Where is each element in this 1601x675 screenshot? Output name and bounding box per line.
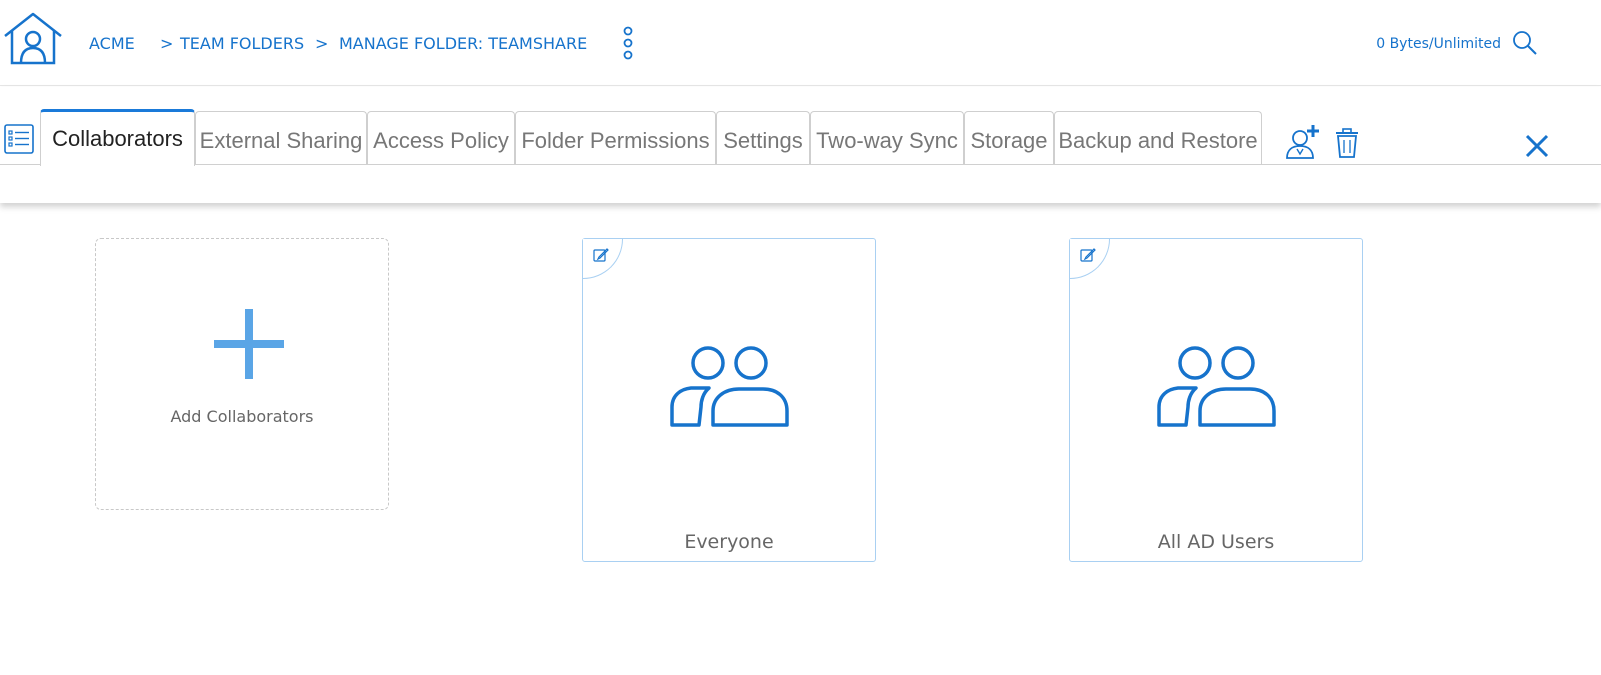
storage-quota: 0 Bytes/Unlimited <box>1376 36 1501 52</box>
breadcrumb-acme[interactable]: ACME <box>89 34 135 53</box>
tab-two-way-sync[interactable]: Two-way Sync <box>810 111 964 165</box>
edit-icon <box>1080 248 1096 262</box>
plus-icon <box>214 309 284 379</box>
collaborator-card-everyone[interactable]: Everyone <box>582 238 876 562</box>
tab-storage[interactable]: Storage <box>964 111 1054 165</box>
collaborator-name: Everyone <box>684 531 774 553</box>
edit-button[interactable] <box>583 239 623 279</box>
trash-icon[interactable] <box>1334 127 1360 159</box>
tab-divider <box>0 164 1601 165</box>
breadcrumb-team-folders[interactable]: TEAM FOLDERS <box>180 34 304 53</box>
breadcrumb-separator: > <box>315 34 329 53</box>
home-icon[interactable] <box>2 12 64 66</box>
tab-bar: Collaborators External Sharing Access Po… <box>0 87 1601 203</box>
edit-icon <box>593 248 609 262</box>
add-collaborators-label: Add Collaborators <box>170 407 314 426</box>
tab-access-policy[interactable]: Access Policy <box>367 111 515 165</box>
collaborator-name: All AD Users <box>1157 531 1275 553</box>
add-user-icon[interactable] <box>1284 124 1322 160</box>
collaborator-card-all-ad-users[interactable]: All AD Users <box>1069 238 1363 562</box>
breadcrumb-manage-folder[interactable]: MANAGE FOLDER: TEAMSHARE <box>339 34 587 53</box>
group-icon <box>1157 346 1276 427</box>
tab-backup-and-restore[interactable]: Backup and Restore <box>1054 111 1262 165</box>
top-header: ACME > TEAM FOLDERS > MANAGE FOLDER: TEA… <box>0 0 1601 86</box>
tab-folder-permissions[interactable]: Folder Permissions <box>515 111 716 165</box>
search-icon[interactable] <box>1512 30 1538 56</box>
edit-button[interactable] <box>1070 239 1110 279</box>
tab-external-sharing[interactable]: External Sharing <box>195 111 367 165</box>
add-collaborators-card[interactable]: Add Collaborators <box>95 238 389 510</box>
tab-collaborators[interactable]: Collaborators <box>40 109 195 166</box>
more-vertical-icon[interactable] <box>620 26 636 60</box>
tab-settings[interactable]: Settings <box>716 111 810 165</box>
close-icon[interactable] <box>1524 133 1550 159</box>
breadcrumb-separator: > <box>160 34 174 53</box>
group-icon <box>670 346 789 427</box>
list-view-icon[interactable] <box>3 123 35 155</box>
